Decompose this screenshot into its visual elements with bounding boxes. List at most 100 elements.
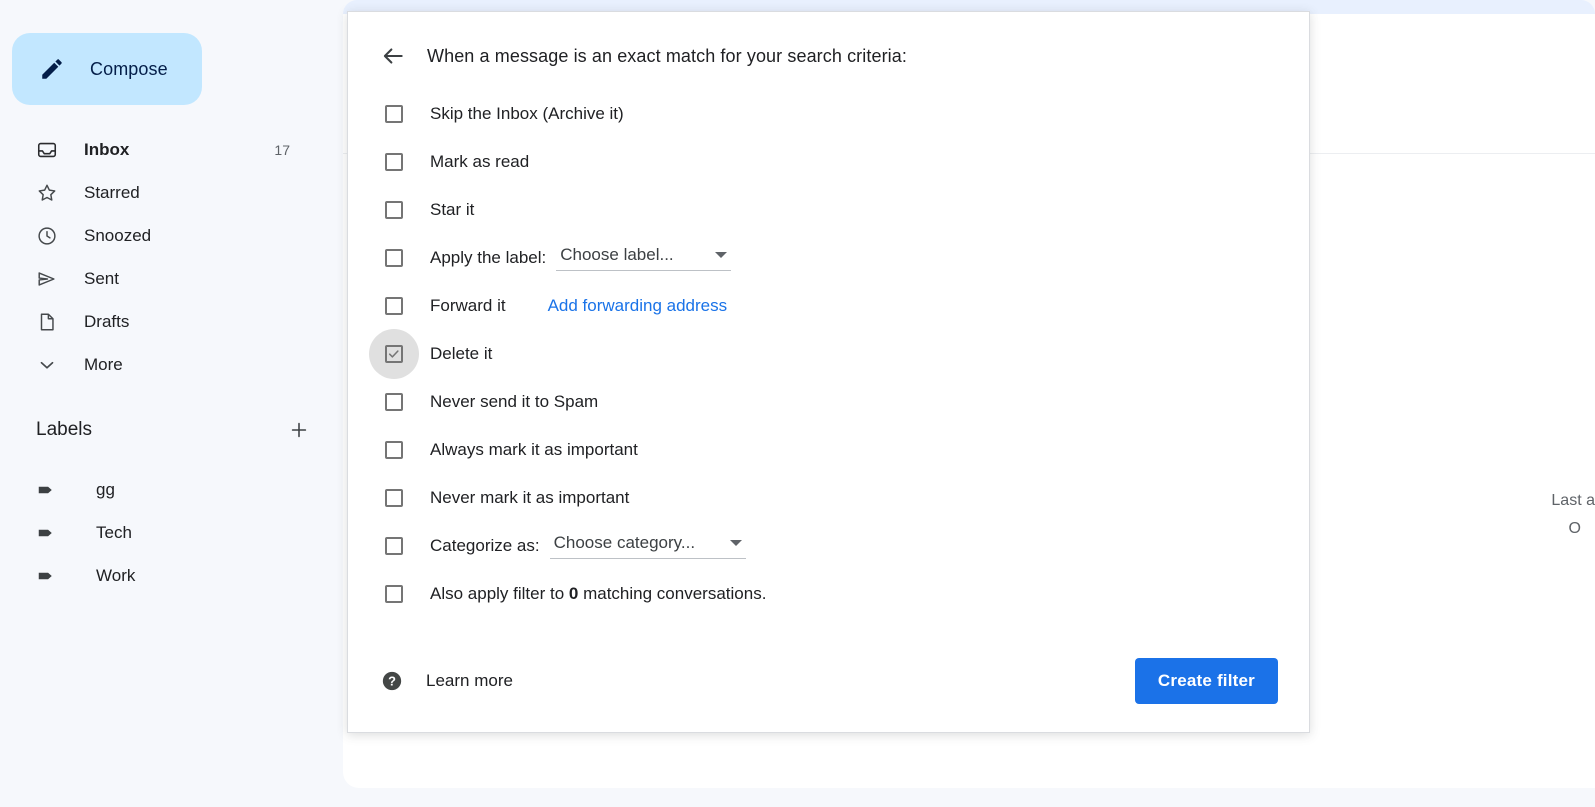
option-row-forward-it: Forward it Add forwarding address [348, 282, 1309, 330]
option-row-skip-inbox: Skip the Inbox (Archive it) [348, 90, 1309, 138]
background-truncated-text: Last a O [1551, 487, 1595, 543]
dialog-title: When a message is an exact match for you… [427, 46, 907, 67]
checkbox-box [385, 393, 403, 411]
inbox-icon [36, 139, 58, 161]
sidebar-label-name: Tech [96, 523, 132, 543]
sidebar-item-starred[interactable]: Starred [0, 171, 310, 214]
sidebar-item-drafts[interactable]: Drafts [0, 300, 310, 343]
compose-label: Compose [90, 59, 168, 80]
option-row-apply-label: Apply the label: Choose label... [348, 234, 1309, 282]
also-apply-prefix: Also apply filter to [430, 584, 569, 603]
dialog-footer: ? Learn more Create filter [348, 618, 1309, 704]
checkbox-forward-it[interactable] [381, 293, 407, 319]
add-forwarding-address-link[interactable]: Add forwarding address [548, 296, 728, 316]
checkbox-box [385, 153, 403, 171]
chevron-down-icon [730, 540, 742, 546]
labels-section-header: Labels [36, 419, 310, 441]
option-row-star-it: Star it [348, 186, 1309, 234]
compose-button[interactable]: Compose [12, 33, 202, 105]
sidebar-item-label: Starred [84, 183, 290, 203]
labels-list: gg Tech Work [0, 468, 310, 597]
svg-text:?: ? [388, 674, 396, 689]
checkbox-apply-label[interactable] [381, 245, 407, 271]
checkbox-box [385, 249, 403, 267]
option-row-delete-it: Delete it [348, 330, 1309, 378]
checkbox-star-it[interactable] [381, 197, 407, 223]
back-arrow-icon[interactable] [379, 42, 407, 70]
sidebar-item-label: Drafts [84, 312, 290, 332]
sidebar-item-more[interactable]: More [0, 343, 310, 386]
also-apply-filter-label: Also apply filter to 0 matching conversa… [430, 584, 766, 604]
plus-icon[interactable] [288, 419, 310, 441]
checkbox-box [385, 345, 403, 363]
chevron-down-icon [36, 354, 58, 376]
inbox-unread-count: 17 [274, 142, 290, 158]
checkbox-box [385, 489, 403, 507]
learn-more-link[interactable]: ? Learn more [381, 670, 513, 692]
option-row-always-important: Always mark it as important [348, 426, 1309, 474]
sidebar-item-label: Sent [84, 269, 290, 289]
option-row-mark-as-read: Mark as read [348, 138, 1309, 186]
create-filter-button[interactable]: Create filter [1135, 658, 1278, 704]
sidebar-label-name: Work [96, 566, 135, 586]
checkbox-box [385, 201, 403, 219]
sidebar-item-label: More [84, 355, 290, 375]
checkbox-mark-as-read[interactable] [381, 149, 407, 175]
checkbox-box [385, 537, 403, 555]
sidebar-label-gg[interactable]: gg [0, 468, 310, 511]
option-label: Mark as read [430, 152, 529, 172]
checkbox-also-apply-filter[interactable] [381, 581, 407, 607]
checkbox-skip-inbox[interactable] [381, 101, 407, 127]
label-tag-icon [36, 565, 58, 587]
sidebar-nav-list: Inbox 17 Starred S [0, 128, 310, 386]
label-tag-icon [36, 522, 58, 544]
option-label: Skip the Inbox (Archive it) [430, 104, 624, 124]
checkbox-never-important[interactable] [381, 485, 407, 511]
option-row-never-important: Never mark it as important [348, 474, 1309, 522]
checkbox-box [385, 441, 403, 459]
option-row-also-apply-filter: Also apply filter to 0 matching conversa… [348, 570, 1309, 618]
sidebar: Compose Inbox 17 Starre [0, 0, 343, 807]
choose-category-dropdown[interactable]: Choose category... [550, 533, 746, 559]
draft-icon [36, 311, 58, 333]
checkbox-delete-it[interactable] [381, 341, 407, 367]
checkbox-box [385, 105, 403, 123]
option-label: Always mark it as important [430, 440, 638, 460]
choose-label-value: Choose label... [560, 245, 673, 265]
option-label: Never mark it as important [430, 488, 629, 508]
help-circle-icon: ? [381, 670, 403, 692]
background-truncated-line-1: Last a [1551, 487, 1595, 515]
sidebar-item-inbox[interactable]: Inbox 17 [0, 128, 310, 171]
clock-icon [36, 225, 58, 247]
checkmark-icon [387, 347, 401, 366]
option-label: Star it [430, 200, 474, 220]
chevron-down-icon [715, 252, 727, 258]
background-truncated-line-2: O [1551, 515, 1595, 543]
create-filter-dialog: When a message is an exact match for you… [347, 11, 1310, 733]
matching-conversations-count: 0 [569, 584, 578, 603]
star-icon [36, 182, 58, 204]
checkbox-box [385, 297, 403, 315]
option-label: Apply the label: [430, 248, 546, 268]
option-label: Forward it [430, 296, 506, 316]
checkbox-always-important[interactable] [381, 437, 407, 463]
choose-label-dropdown[interactable]: Choose label... [556, 245, 731, 271]
filter-actions-list: Skip the Inbox (Archive it) Mark as read… [348, 70, 1309, 618]
checkbox-never-spam[interactable] [381, 389, 407, 415]
option-label: Never send it to Spam [430, 392, 598, 412]
checkbox-categorize-as[interactable] [381, 533, 407, 559]
label-tag-icon [36, 479, 58, 501]
checkbox-box [385, 585, 403, 603]
sidebar-label-work[interactable]: Work [0, 554, 310, 597]
sidebar-item-sent[interactable]: Sent [0, 257, 310, 300]
option-row-categorize-as: Categorize as: Choose category... [348, 522, 1309, 570]
sidebar-item-snoozed[interactable]: Snoozed [0, 214, 310, 257]
send-icon [36, 268, 58, 290]
learn-more-label: Learn more [426, 671, 513, 691]
sidebar-label-tech[interactable]: Tech [0, 511, 310, 554]
dialog-header: When a message is an exact match for you… [348, 12, 1309, 70]
choose-category-value: Choose category... [554, 533, 695, 553]
gmail-app-window: Last a O Compose Inbox 17 [0, 0, 1595, 807]
pencil-icon [39, 56, 65, 82]
option-row-never-spam: Never send it to Spam [348, 378, 1309, 426]
